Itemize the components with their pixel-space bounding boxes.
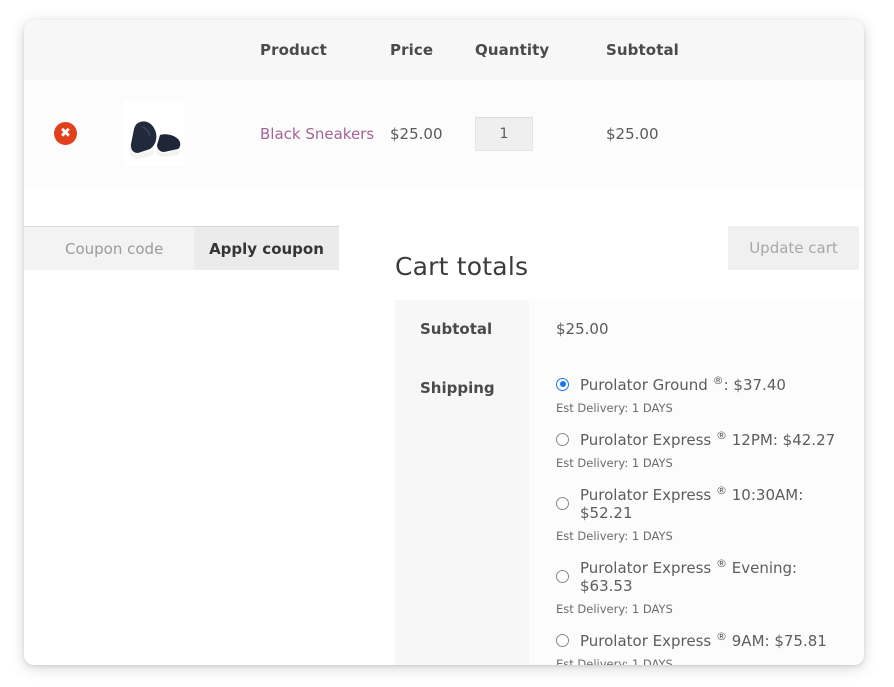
radio-icon[interactable] bbox=[556, 432, 569, 446]
list-item: Purolator Ground ®: $37.40 Est Delivery:… bbox=[556, 374, 844, 415]
cart-totals-title: Cart totals bbox=[395, 252, 529, 281]
radio-icon[interactable] bbox=[556, 633, 569, 647]
cart-items-table: Product Price Quantity Subtotal ✖ Black … bbox=[24, 20, 864, 187]
shipping-label: Shipping bbox=[395, 358, 529, 665]
subtotal-label: Subtotal bbox=[395, 300, 529, 358]
product-thumbnail[interactable] bbox=[124, 101, 184, 166]
shipping-option-purolator-ground[interactable]: Purolator Ground ®: $37.40 bbox=[556, 374, 844, 394]
radio-icon[interactable] bbox=[556, 496, 569, 510]
cart-card: Product Price Quantity Subtotal ✖ Black … bbox=[24, 20, 864, 665]
cart-table-header-row: Product Price Quantity Subtotal bbox=[24, 20, 864, 80]
estimated-delivery: Est Delivery: 1 DAYS bbox=[556, 529, 673, 543]
column-header-quantity: Quantity bbox=[475, 20, 606, 80]
cell-thumbnail bbox=[102, 80, 260, 187]
shipping-option-label[interactable]: Purolator Express ® 12PM: $42.27 bbox=[580, 429, 835, 449]
cell-price: $25.00 bbox=[390, 80, 475, 187]
cell-remove: ✖ bbox=[24, 80, 102, 187]
shipping-option-purolator-express-12pm[interactable]: Purolator Express ® 12PM: $42.27 bbox=[556, 429, 844, 449]
list-item: Purolator Express ® 10:30AM: $52.21 Est … bbox=[556, 484, 844, 543]
shipping-methods-list: Purolator Ground ®: $37.40 Est Delivery:… bbox=[556, 374, 844, 665]
shipping-option-purolator-express-9am[interactable]: Purolator Express ® 9AM: $75.81 bbox=[556, 630, 844, 650]
cell-quantity: 1 bbox=[475, 80, 606, 187]
shipping-option-purolator-express-1030am[interactable]: Purolator Express ® 10:30AM: $52.21 bbox=[556, 484, 844, 522]
shipping-option-label[interactable]: Purolator Express ® 10:30AM: $52.21 bbox=[580, 484, 844, 522]
cart-totals-table: Subtotal $25.00 Shipping Purolator Groun… bbox=[395, 300, 864, 665]
shipping-option-label[interactable]: Purolator Ground ®: $37.40 bbox=[580, 374, 786, 394]
cart-totals-section: Cart totals Subtotal $25.00 Shipping Pur… bbox=[395, 252, 864, 665]
coupon-code-input[interactable] bbox=[24, 226, 194, 270]
cell-subtotal: $25.00 bbox=[606, 80, 864, 187]
cart-table-head: Product Price Quantity Subtotal bbox=[24, 20, 864, 80]
cell-product-name: Black Sneakers bbox=[260, 80, 390, 187]
column-header-thumbnail bbox=[102, 20, 260, 80]
list-item: Purolator Express ® 12PM: $42.27 Est Del… bbox=[556, 429, 844, 470]
cart-table-body: ✖ Black Sneakers $25.00 1 $25.00 bbox=[24, 80, 864, 187]
list-item: Purolator Express ® 9AM: $75.81 Est Deli… bbox=[556, 630, 844, 665]
quantity-input[interactable]: 1 bbox=[475, 116, 533, 151]
radio-icon[interactable] bbox=[556, 377, 569, 391]
list-item: Purolator Express ® Evening: $63.53 Est … bbox=[556, 557, 844, 616]
column-header-remove bbox=[24, 20, 102, 80]
apply-coupon-button[interactable]: Apply coupon bbox=[194, 226, 339, 270]
estimated-delivery: Est Delivery: 1 DAYS bbox=[556, 456, 673, 470]
subtotal-value: $25.00 bbox=[529, 300, 864, 358]
shipping-option-purolator-express-evening[interactable]: Purolator Express ® Evening: $63.53 bbox=[556, 557, 844, 595]
estimated-delivery: Est Delivery: 1 DAYS bbox=[556, 657, 673, 665]
estimated-delivery: Est Delivery: 1 DAYS bbox=[556, 401, 673, 415]
shipping-option-label[interactable]: Purolator Express ® Evening: $63.53 bbox=[580, 557, 844, 595]
shipping-row: Shipping Purolator Ground ®: $37.40 Est … bbox=[395, 358, 864, 665]
shipping-option-label[interactable]: Purolator Express ® 9AM: $75.81 bbox=[580, 630, 827, 650]
column-header-price: Price bbox=[390, 20, 475, 80]
subtotal-row: Subtotal $25.00 bbox=[395, 300, 864, 358]
black-sneakers-icon bbox=[124, 101, 184, 166]
product-name-link[interactable]: Black Sneakers bbox=[260, 125, 374, 143]
estimated-delivery: Est Delivery: 1 DAYS bbox=[556, 602, 673, 616]
radio-icon[interactable] bbox=[556, 569, 569, 583]
remove-item-button[interactable]: ✖ bbox=[54, 122, 77, 145]
column-header-product: Product bbox=[260, 20, 390, 80]
column-header-subtotal: Subtotal bbox=[606, 20, 864, 80]
shipping-options-cell: Purolator Ground ®: $37.40 Est Delivery:… bbox=[529, 358, 864, 665]
table-row: ✖ Black Sneakers $25.00 1 $25.00 bbox=[24, 80, 864, 187]
